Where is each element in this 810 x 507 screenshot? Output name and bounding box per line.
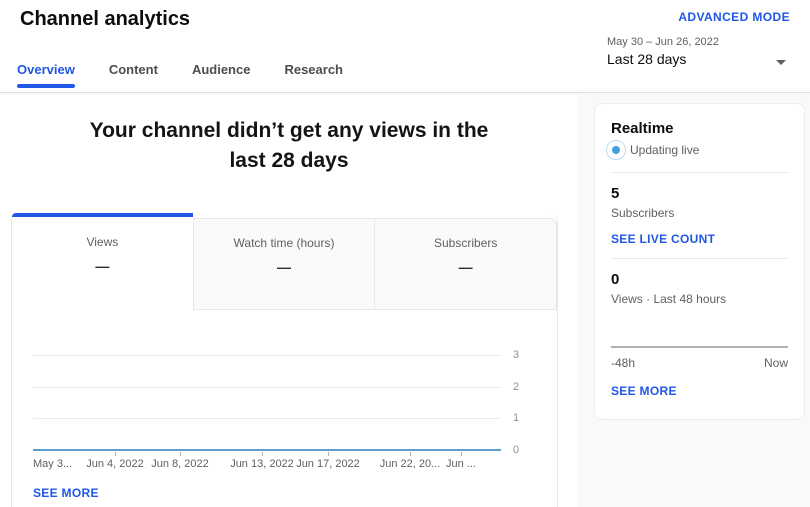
realtime-card: Realtime Updating live 5 Subscribers SEE… xyxy=(594,103,805,420)
realtime-axis-line xyxy=(611,346,788,348)
tab-research[interactable]: Research xyxy=(284,62,343,92)
chevron-down-icon xyxy=(776,60,786,65)
divider xyxy=(611,258,788,259)
metric-tab-subscribers[interactable]: Subscribers — xyxy=(374,218,557,310)
realtime-live-label: Updating live xyxy=(630,143,699,157)
y-axis-tick-label: 3 xyxy=(513,349,519,361)
x-axis-tick-label: Jun 8, 2022 xyxy=(151,458,209,470)
x-axis-tick-mark xyxy=(180,452,181,456)
tab-audience-label: Audience xyxy=(192,62,251,77)
realtime-subscribers-value: 5 xyxy=(611,185,788,202)
metric-tabs: Views — Watch time (hours) — Subscribers… xyxy=(12,213,557,310)
views-series-line xyxy=(33,449,501,451)
realtime-axis-labels: -48h Now xyxy=(611,356,788,370)
tab-overview-label: Overview xyxy=(17,62,75,77)
x-axis-tick-label: Jun 17, 2022 xyxy=(296,458,360,470)
right-panel: Realtime Updating live 5 Subscribers SEE… xyxy=(578,93,810,507)
realtime-sparkline-area xyxy=(611,306,788,346)
active-tab-underline xyxy=(17,84,75,88)
live-dot xyxy=(612,146,620,154)
metric-tab-subscribers-value: — xyxy=(375,259,556,275)
gridline xyxy=(33,418,501,419)
realtime-subscribers-label: Subscribers xyxy=(611,206,788,220)
tab-audience[interactable]: Audience xyxy=(192,62,251,92)
tab-content-label: Content xyxy=(109,62,158,77)
x-axis-tick-label: Jun 4, 2022 xyxy=(86,458,144,470)
channel-analytics-page: Channel analytics ADVANCED MODE Overview… xyxy=(0,0,810,507)
views-chart-plot: SEE MORE 3 2 1 0 May 3... Jun 4, 2022 Jun 8, 2… xyxy=(12,310,557,507)
metric-tab-subscribers-label: Subscribers xyxy=(375,236,556,250)
nav-tabs: Overview Content Audience Research xyxy=(17,62,343,92)
metric-tab-views[interactable]: Views — xyxy=(12,213,193,310)
divider xyxy=(611,172,788,173)
x-axis-tick-mark xyxy=(262,452,263,456)
x-axis-tick-mark xyxy=(115,452,116,456)
metric-tab-watch-time-label: Watch time (hours) xyxy=(194,236,375,250)
metric-tab-watch-time-value: — xyxy=(194,259,375,275)
header: Channel analytics ADVANCED MODE Overview… xyxy=(0,0,810,93)
x-axis-tick-mark xyxy=(410,452,411,456)
chart-see-more-link[interactable]: SEE MORE xyxy=(33,486,99,500)
date-range-text: May 30 – Jun 26, 2022 xyxy=(607,36,800,48)
x-axis-tick-label: Jun 22, 20... xyxy=(380,458,441,470)
realtime-title: Realtime xyxy=(611,120,788,137)
tab-content[interactable]: Content xyxy=(109,62,158,92)
realtime-axis-end: Now xyxy=(764,356,788,370)
metric-tab-views-label: Views xyxy=(12,235,193,249)
advanced-mode-link[interactable]: ADVANCED MODE xyxy=(678,10,790,24)
headline-line-1: Your channel didn’t get any views in the xyxy=(0,116,578,146)
realtime-axis-start: -48h xyxy=(611,356,635,370)
gridline xyxy=(33,387,501,388)
see-live-count-link[interactable]: SEE LIVE COUNT xyxy=(611,232,788,246)
analytics-chart-card: Views — Watch time (hours) — Subscribers… xyxy=(11,213,558,507)
realtime-live-status: Updating live xyxy=(611,140,788,160)
x-axis-tick-mark xyxy=(328,452,329,456)
realtime-see-more-link[interactable]: SEE MORE xyxy=(611,384,788,398)
page-title: Channel analytics xyxy=(20,8,190,31)
x-axis-tick-mark xyxy=(461,452,462,456)
tab-overview[interactable]: Overview xyxy=(17,62,75,92)
realtime-views-label: Views · Last 48 hours xyxy=(611,292,788,306)
headline-line-2: last 28 days xyxy=(0,146,578,176)
tab-research-label: Research xyxy=(284,62,343,77)
realtime-views-value: 0 xyxy=(611,271,788,288)
x-axis-tick-label: Jun ... xyxy=(446,458,476,470)
date-range-picker[interactable]: May 30 – Jun 26, 2022 Last 28 days xyxy=(592,32,800,84)
metric-tab-views-value: — xyxy=(12,258,193,274)
y-axis-tick-label: 1 xyxy=(513,412,519,424)
y-axis-tick-label: 2 xyxy=(513,381,519,393)
date-preset-text: Last 28 days xyxy=(607,51,800,67)
gridline xyxy=(33,355,501,356)
y-axis-tick-label: 0 xyxy=(513,444,519,456)
x-axis-tick-label: Jun 13, 2022 xyxy=(230,458,294,470)
metric-tab-watch-time[interactable]: Watch time (hours) — xyxy=(193,218,375,310)
live-pulse-icon xyxy=(606,140,626,160)
empty-state-headline: Your channel didn’t get any views in the… xyxy=(0,116,578,176)
x-axis-tick-label: May 3... xyxy=(33,458,72,470)
